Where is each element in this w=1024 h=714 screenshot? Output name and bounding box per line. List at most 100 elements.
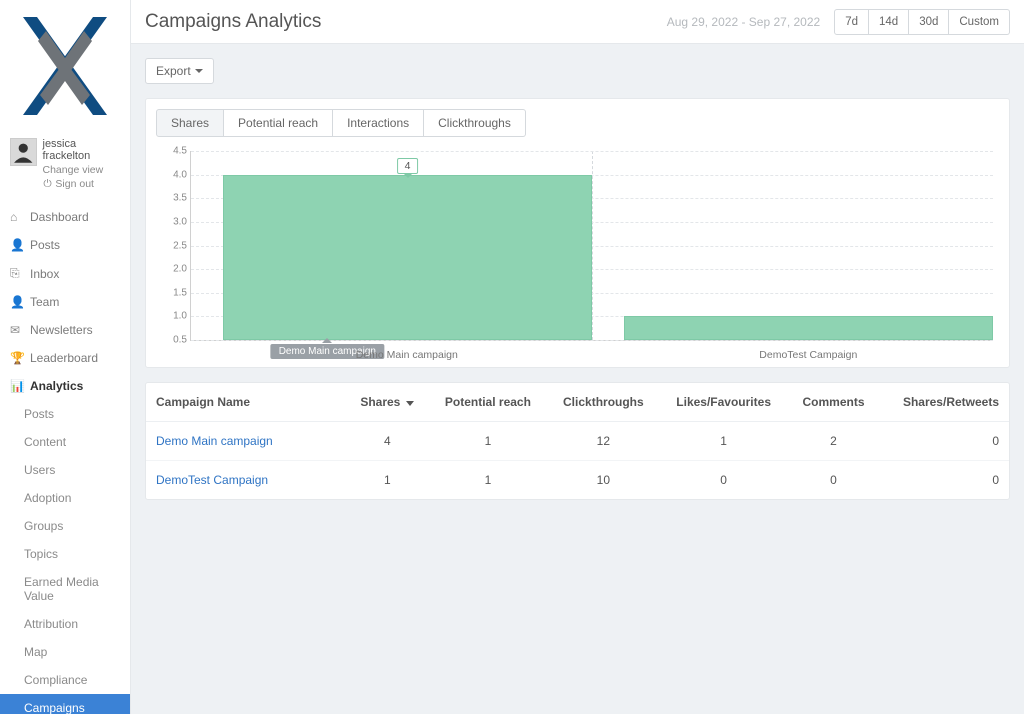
nav-item-team[interactable]: 👤 Team <box>0 288 130 316</box>
y-tick: 3.0 <box>163 216 187 227</box>
subnav-item-earned-media-value[interactable]: Earned Media Value <box>0 568 130 610</box>
sign-out-link[interactable]: ⏻ Sign out <box>43 178 123 191</box>
subnav-item-attribution[interactable]: Attribution <box>0 610 130 638</box>
nav-item-inbox[interactable]: ⎘Inbox <box>0 259 130 288</box>
export-label: Export <box>156 64 191 78</box>
grid-line <box>191 340 993 341</box>
table-header-row: Campaign NameSharesPotential reachClickt… <box>146 383 1009 422</box>
table-body: Demo Main campaign4112120DemoTest Campai… <box>146 422 1009 500</box>
cell: 1 <box>660 422 788 461</box>
cell: 4 <box>346 422 429 461</box>
table-panel: Campaign NameSharesPotential reachClickt… <box>145 382 1010 500</box>
avatar[interactable] <box>10 138 37 166</box>
range-30d[interactable]: 30d <box>909 9 949 35</box>
power-icon: ⏻ <box>43 178 53 191</box>
y-tick: 2.0 <box>163 264 187 275</box>
y-tick: 4.5 <box>163 146 187 157</box>
tab-interactions[interactable]: Interactions <box>333 109 424 137</box>
th-potential-reach[interactable]: Potential reach <box>429 383 547 422</box>
analytics-subnav: PostsContentUsersAdoptionGroupsTopicsEar… <box>0 400 130 714</box>
x-axis-label-1: DemoTest Campaign <box>759 349 857 361</box>
logo-icon <box>15 11 115 121</box>
nav-item-posts[interactable]: 👤Posts <box>0 231 130 259</box>
sort-desc-icon <box>406 401 414 406</box>
nav: ⌂ Dashboard 👤Posts⎘Inbox 👤 Team ✉ Newsletters 🏆… <box>0 203 130 400</box>
subnav-item-campaigns[interactable]: Campaigns <box>0 694 130 714</box>
range-7d[interactable]: 7d <box>834 9 869 35</box>
cell: 1 <box>346 461 429 500</box>
chart-tab-row: SharesPotential reachInteractionsClickth… <box>146 99 1009 137</box>
sign-out-text: Sign out <box>55 178 94 190</box>
th-campaign-name[interactable]: Campaign Name <box>146 383 346 422</box>
nav-item-leaderboard[interactable]: 🏆 Leaderboard <box>0 344 130 372</box>
tab-clickthroughs[interactable]: Clickthroughs <box>424 109 526 137</box>
bar-1[interactable] <box>624 316 993 340</box>
cell[interactable]: Demo Main campaign <box>146 422 346 461</box>
chart-panel: SharesPotential reachInteractionsClickth… <box>145 98 1010 368</box>
campaign-link[interactable]: Demo Main campaign <box>156 434 273 448</box>
y-tick: 3.5 <box>163 193 187 204</box>
nav-label: Analytics <box>30 379 83 393</box>
subnav-item-map[interactable]: Map <box>0 638 130 666</box>
grid-line <box>191 151 993 152</box>
cell: 0 <box>879 461 1009 500</box>
nav-label: Dashboard <box>30 210 89 224</box>
inbox-icon: ⎘ <box>10 266 22 281</box>
home-icon: ⌂ <box>10 210 22 224</box>
content: Export SharesPotential reachInteractions… <box>131 44 1024 514</box>
user-box: jessica frackelton Change view ⏻ Sign ou… <box>0 132 130 203</box>
subnav-item-topics[interactable]: Topics <box>0 540 130 568</box>
table-row: DemoTest Campaign1110000 <box>146 461 1009 500</box>
th-clickthroughs[interactable]: Clickthroughs <box>547 383 659 422</box>
range-button-group: 7d14d30dCustom <box>834 9 1010 35</box>
cell: 0 <box>660 461 788 500</box>
th-likes-favourites[interactable]: Likes/Favourites <box>660 383 788 422</box>
nav-item-analytics[interactable]: 📊Analytics <box>0 372 130 400</box>
nav-label: Leaderboard <box>30 351 98 365</box>
x-axis-label-0: Demo Main campaign <box>356 349 458 361</box>
y-tick: 0.5 <box>163 335 187 346</box>
trophy-icon: 🏆 <box>10 351 22 365</box>
subnav-item-groups[interactable]: Groups <box>0 512 130 540</box>
cell: 0 <box>879 422 1009 461</box>
user-icon: 👤 <box>10 238 22 252</box>
cell: 1 <box>429 461 547 500</box>
nav-label: Newsletters <box>30 323 93 337</box>
cell[interactable]: DemoTest Campaign <box>146 461 346 500</box>
range-14d[interactable]: 14d <box>869 9 909 35</box>
bar-0[interactable] <box>223 175 592 340</box>
subnav-item-posts[interactable]: Posts <box>0 400 130 428</box>
topbar: Campaigns Analytics Aug 29, 2022 - Sep 2… <box>131 0 1024 44</box>
y-tick: 2.5 <box>163 240 187 251</box>
cell: 1 <box>429 422 547 461</box>
change-view-link[interactable]: Change view <box>43 164 123 176</box>
nav-label: Team <box>30 295 59 309</box>
nav-item-newsletters[interactable]: ✉ Newsletters <box>0 316 130 344</box>
cell: 2 <box>788 422 880 461</box>
envelope-icon: ✉ <box>10 323 22 337</box>
nav-item-dashboard[interactable]: ⌂ Dashboard <box>0 203 130 231</box>
table-row: Demo Main campaign4112120 <box>146 422 1009 461</box>
user-icon: 👤 <box>10 295 22 309</box>
th-shares[interactable]: Shares <box>346 383 429 422</box>
subnav-item-compliance[interactable]: Compliance <box>0 666 130 694</box>
tab-potential-reach[interactable]: Potential reach <box>224 109 333 137</box>
y-tick: 1.0 <box>163 311 187 322</box>
cell: 0 <box>788 461 880 500</box>
chart-area: 0.51.01.52.02.53.03.54.04.54Demo Main ca… <box>146 137 1009 367</box>
plot: 0.51.01.52.02.53.03.54.04.54Demo Main ca… <box>190 151 993 341</box>
subnav-item-users[interactable]: Users <box>0 456 130 484</box>
export-button[interactable]: Export <box>145 58 214 84</box>
range-custom[interactable]: Custom <box>949 9 1010 35</box>
topbar-right: Aug 29, 2022 - Sep 27, 2022 7d14d30dCust… <box>667 9 1010 35</box>
page-title: Campaigns Analytics <box>145 11 321 33</box>
chart-tooltip: 4 <box>397 158 419 174</box>
chart-tabs: SharesPotential reachInteractionsClickth… <box>156 109 999 137</box>
th-shares-retweets[interactable]: Shares/Retweets <box>879 383 1009 422</box>
th-comments[interactable]: Comments <box>788 383 880 422</box>
campaign-link[interactable]: DemoTest Campaign <box>156 473 268 487</box>
subnav-item-adoption[interactable]: Adoption <box>0 484 130 512</box>
subnav-item-content[interactable]: Content <box>0 428 130 456</box>
chart-tooltip-arrow <box>403 173 413 178</box>
tab-shares[interactable]: Shares <box>156 109 224 137</box>
